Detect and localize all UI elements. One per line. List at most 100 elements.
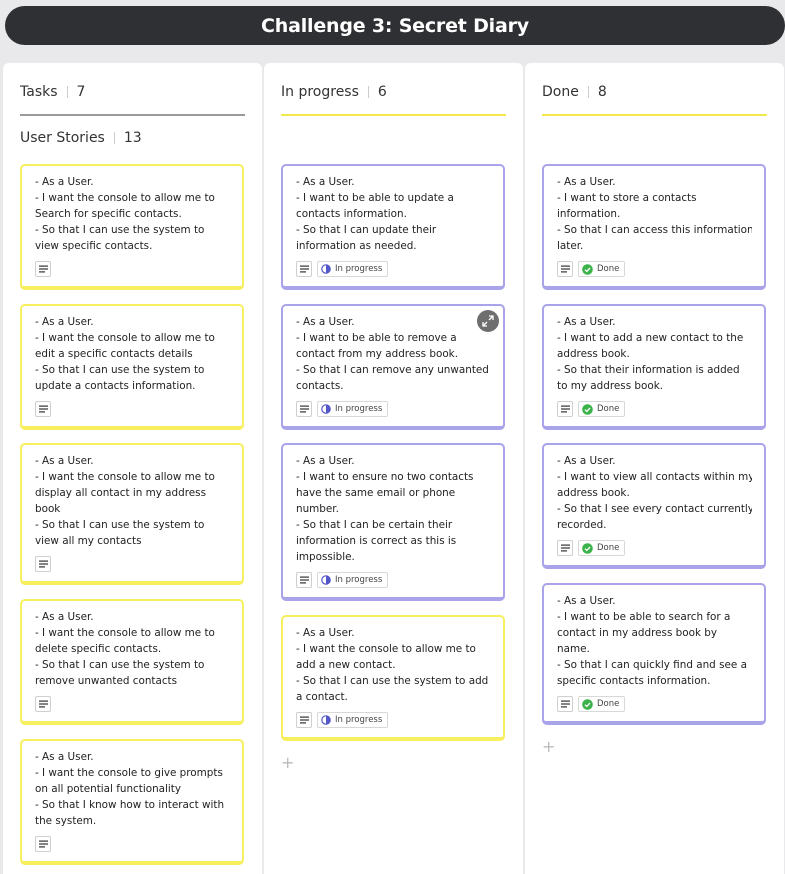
status-label: Done bbox=[597, 404, 620, 414]
card-text-line: - I want to add a new contact to the bbox=[557, 332, 744, 344]
card[interactable]: - As a User. - I want to store a contact… bbox=[542, 164, 766, 290]
card-text-line: - So that I can use the system to add bbox=[296, 675, 489, 687]
card[interactable]: - As a User. - I want the console to giv… bbox=[20, 739, 244, 865]
add-card-button[interactable]: + bbox=[281, 753, 294, 772]
notes-icon[interactable] bbox=[296, 572, 312, 588]
notes-icon[interactable] bbox=[296, 261, 312, 277]
card-text-line: - So that I can use the system to bbox=[35, 519, 205, 531]
notes-icon[interactable] bbox=[296, 712, 312, 728]
in-progress-icon bbox=[321, 264, 331, 274]
card-text-line: contact from my address book. bbox=[296, 348, 458, 360]
card-footer: Done bbox=[557, 696, 626, 712]
card-text-line: - As a User. bbox=[35, 751, 94, 763]
card-text-line: - As a User. bbox=[35, 176, 94, 188]
column-header[interactable]: Tasks 7 bbox=[20, 80, 245, 116]
status-label: In progress bbox=[335, 404, 383, 414]
divider bbox=[587, 86, 589, 98]
card-text-line: - I want the console to give prompts bbox=[35, 767, 223, 779]
column-count: 6 bbox=[377, 84, 387, 100]
status-tag[interactable]: In progress bbox=[317, 401, 389, 417]
column-title: Tasks bbox=[20, 84, 58, 100]
card-text-line: - I want to view all contacts within my bbox=[557, 471, 752, 483]
card-text-line: specific contacts information. bbox=[557, 675, 711, 687]
card-text-line: later. bbox=[557, 240, 584, 252]
status-tag[interactable]: Done bbox=[578, 540, 626, 556]
card[interactable]: - As a User. - I want to ensure no two c… bbox=[281, 443, 505, 601]
card-text-line: update a contacts information. bbox=[35, 380, 196, 392]
column-in-progress: In progress 6 - As a User. - I want to b… bbox=[264, 63, 523, 874]
card-text-line: - So that I can update their bbox=[296, 224, 437, 236]
notes-icon[interactable] bbox=[557, 540, 573, 556]
card-text-line: - I want to ensure no two contacts bbox=[296, 471, 474, 483]
card-text-line: - As a User. bbox=[296, 316, 355, 328]
notes-icon[interactable] bbox=[557, 696, 573, 712]
card-text-line: - So that I see every contact currently bbox=[557, 503, 752, 515]
expand-icon[interactable] bbox=[477, 310, 499, 332]
status-tag[interactable]: Done bbox=[578, 696, 626, 712]
status-tag[interactable]: In progress bbox=[317, 572, 389, 588]
card-text-line: - I want the console to allow me to bbox=[35, 471, 215, 483]
column-header[interactable]: Done 8 bbox=[542, 80, 767, 116]
card[interactable]: - As a User. - I want to be able to sear… bbox=[542, 583, 766, 725]
notes-icon[interactable] bbox=[35, 401, 51, 417]
card-text-line: - I want the console to allow me to bbox=[35, 332, 215, 344]
card-footer: Done bbox=[557, 261, 626, 277]
card-text-line: to my address book. bbox=[557, 380, 664, 392]
divider bbox=[113, 132, 115, 144]
notes-icon[interactable] bbox=[296, 401, 312, 417]
swimlane-header[interactable]: User Stories 13 bbox=[20, 130, 142, 146]
card-text-line: contacts. bbox=[296, 380, 344, 392]
card-text-line: the system. bbox=[35, 815, 97, 827]
column-header[interactable]: In progress 6 bbox=[281, 80, 506, 116]
card[interactable]: - As a User. - I want to be able to upda… bbox=[281, 164, 505, 290]
card-text-line: - I want to store a contacts bbox=[557, 192, 697, 204]
card-text-line: - I want the console to allow me to bbox=[35, 192, 215, 204]
card-footer: Done bbox=[557, 540, 626, 556]
card-text-line: - As a User. bbox=[35, 455, 94, 467]
card-footer bbox=[35, 696, 51, 712]
card[interactable]: - As a User. - I want the console to all… bbox=[20, 164, 244, 290]
card-text-line: contacts information. bbox=[296, 208, 407, 220]
card-text-line: - As a User. bbox=[35, 316, 94, 328]
status-tag[interactable]: Done bbox=[578, 261, 626, 277]
card-text-line: address book. bbox=[557, 348, 630, 360]
card[interactable]: - As a User. - I want the console to all… bbox=[20, 304, 244, 430]
notes-icon[interactable] bbox=[35, 261, 51, 277]
add-card-button[interactable]: + bbox=[542, 737, 555, 756]
card[interactable]: - As a User. - I want the console to all… bbox=[20, 443, 244, 585]
status-label: In progress bbox=[335, 715, 383, 725]
status-tag[interactable]: In progress bbox=[317, 261, 389, 277]
card-text-line: information. bbox=[557, 208, 621, 220]
status-label: Done bbox=[597, 264, 620, 274]
column-done: Done 8 - As a User. - I want to store a … bbox=[525, 63, 784, 874]
card-text-line: - So that their information is added bbox=[557, 364, 740, 376]
column-title: Done bbox=[542, 84, 579, 100]
status-label: In progress bbox=[335, 575, 383, 585]
card-text-line: edit a specific contacts details bbox=[35, 348, 193, 360]
notes-icon[interactable] bbox=[557, 401, 573, 417]
swimlane-count: 13 bbox=[123, 130, 142, 146]
in-progress-icon bbox=[321, 715, 331, 725]
status-tag[interactable]: Done bbox=[578, 401, 626, 417]
card-text-line: - I want the console to allow me to bbox=[296, 643, 476, 655]
card[interactable]: - As a User. - I want the console to all… bbox=[20, 599, 244, 725]
notes-icon[interactable] bbox=[35, 836, 51, 852]
status-tag[interactable]: In progress bbox=[317, 712, 389, 728]
card-text-line: view specific contacts. bbox=[35, 240, 153, 252]
card-text-line: information is correct as this is bbox=[296, 535, 457, 547]
card[interactable]: - As a User. - I want the console to all… bbox=[281, 615, 505, 741]
card[interactable]: - As a User. - I want to view all contac… bbox=[542, 443, 766, 569]
card[interactable]: - As a User. - I want to be able to remo… bbox=[281, 304, 505, 430]
card-text-line: - As a User. bbox=[557, 316, 616, 328]
status-label: Done bbox=[597, 699, 620, 709]
notes-icon[interactable] bbox=[35, 696, 51, 712]
card-footer bbox=[35, 261, 51, 277]
card[interactable]: - As a User. - I want to add a new conta… bbox=[542, 304, 766, 430]
card-text-line: have the same email or phone bbox=[296, 487, 456, 499]
notes-icon[interactable] bbox=[35, 556, 51, 572]
status-label: In progress bbox=[335, 264, 383, 274]
card-text-line: contact in my address book by bbox=[557, 627, 718, 639]
notes-icon[interactable] bbox=[557, 261, 573, 277]
card-text-line: - As a User. bbox=[557, 595, 616, 607]
divider bbox=[367, 86, 369, 98]
